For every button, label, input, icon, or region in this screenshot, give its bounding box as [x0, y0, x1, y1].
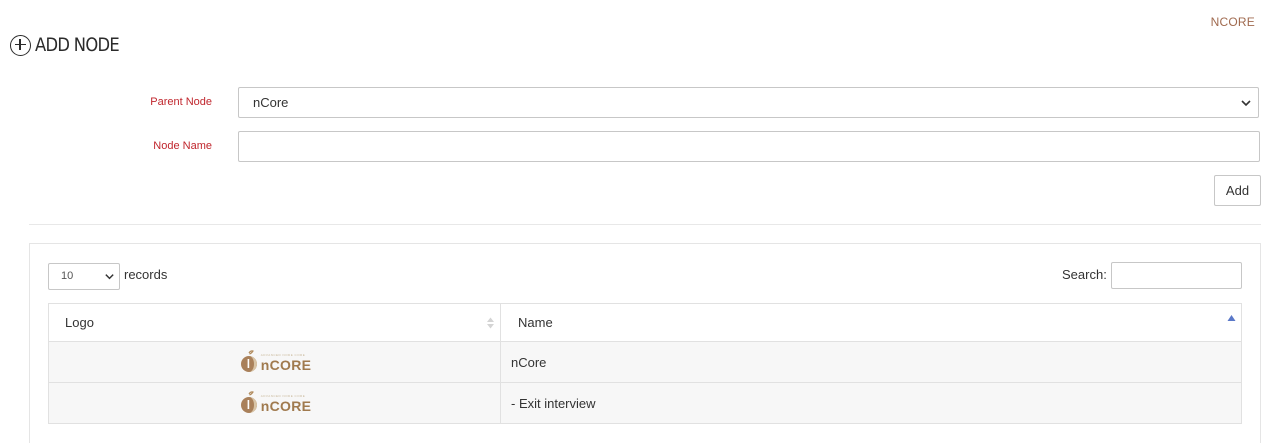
logo-cell: ADVANCED NODE CORE nCORE — [48, 382, 501, 424]
ncore-logo-mark-icon — [240, 391, 257, 413]
brand-link[interactable]: NCORE — [1211, 15, 1255, 29]
node-name-label: Node Name — [153, 140, 212, 152]
divider — [29, 224, 1261, 225]
records-label: records — [124, 267, 168, 282]
logo-wordmark: nCORE — [260, 397, 312, 414]
add-circle-icon — [10, 34, 31, 56]
table-row[interactable]: ADVANCED NODE CORE nCORE - Exit intervie… — [48, 382, 1242, 424]
nodes-table: Logo Name ADVANCED NODE CORE nCORE nCore… — [48, 303, 1242, 424]
table-header-row: Logo Name — [48, 303, 1242, 342]
page-title-text: ADD NODE — [35, 34, 120, 56]
page-title: ADD NODE — [10, 34, 133, 56]
column-header-label: Logo — [65, 315, 94, 330]
page-length-value: 10 — [61, 270, 74, 282]
name-cell: - Exit interview — [500, 382, 1242, 424]
logo-wordmark: nCORE — [260, 356, 312, 373]
chevron-down-icon — [105, 274, 114, 280]
sort-both-icon — [487, 317, 494, 329]
column-header-label: Name — [518, 315, 553, 330]
search-input[interactable] — [1111, 262, 1242, 289]
name-cell: nCore — [500, 341, 1242, 383]
add-button[interactable]: Add — [1214, 175, 1261, 206]
node-name-input[interactable] — [238, 131, 1260, 162]
table-row[interactable]: ADVANCED NODE CORE nCORE nCore — [48, 341, 1242, 383]
search-label: Search: — [1062, 267, 1107, 282]
parent-node-select[interactable]: nCore — [238, 87, 1259, 118]
logo-cell: ADVANCED NODE CORE nCORE — [48, 341, 501, 383]
ncore-logo: ADVANCED NODE CORE nCORE — [238, 391, 312, 415]
sort-ascending-icon — [1227, 315, 1236, 321]
parent-node-selected-value: nCore — [253, 95, 289, 110]
page-length-select[interactable]: 10 — [48, 263, 120, 290]
column-header-name[interactable]: Name — [500, 303, 1242, 342]
ncore-logo-mark-icon — [240, 350, 257, 372]
parent-node-label: Parent Node — [150, 96, 212, 108]
column-header-logo[interactable]: Logo — [48, 303, 501, 342]
ncore-logo: ADVANCED NODE CORE nCORE — [238, 350, 312, 374]
chevron-down-icon — [1241, 100, 1251, 107]
